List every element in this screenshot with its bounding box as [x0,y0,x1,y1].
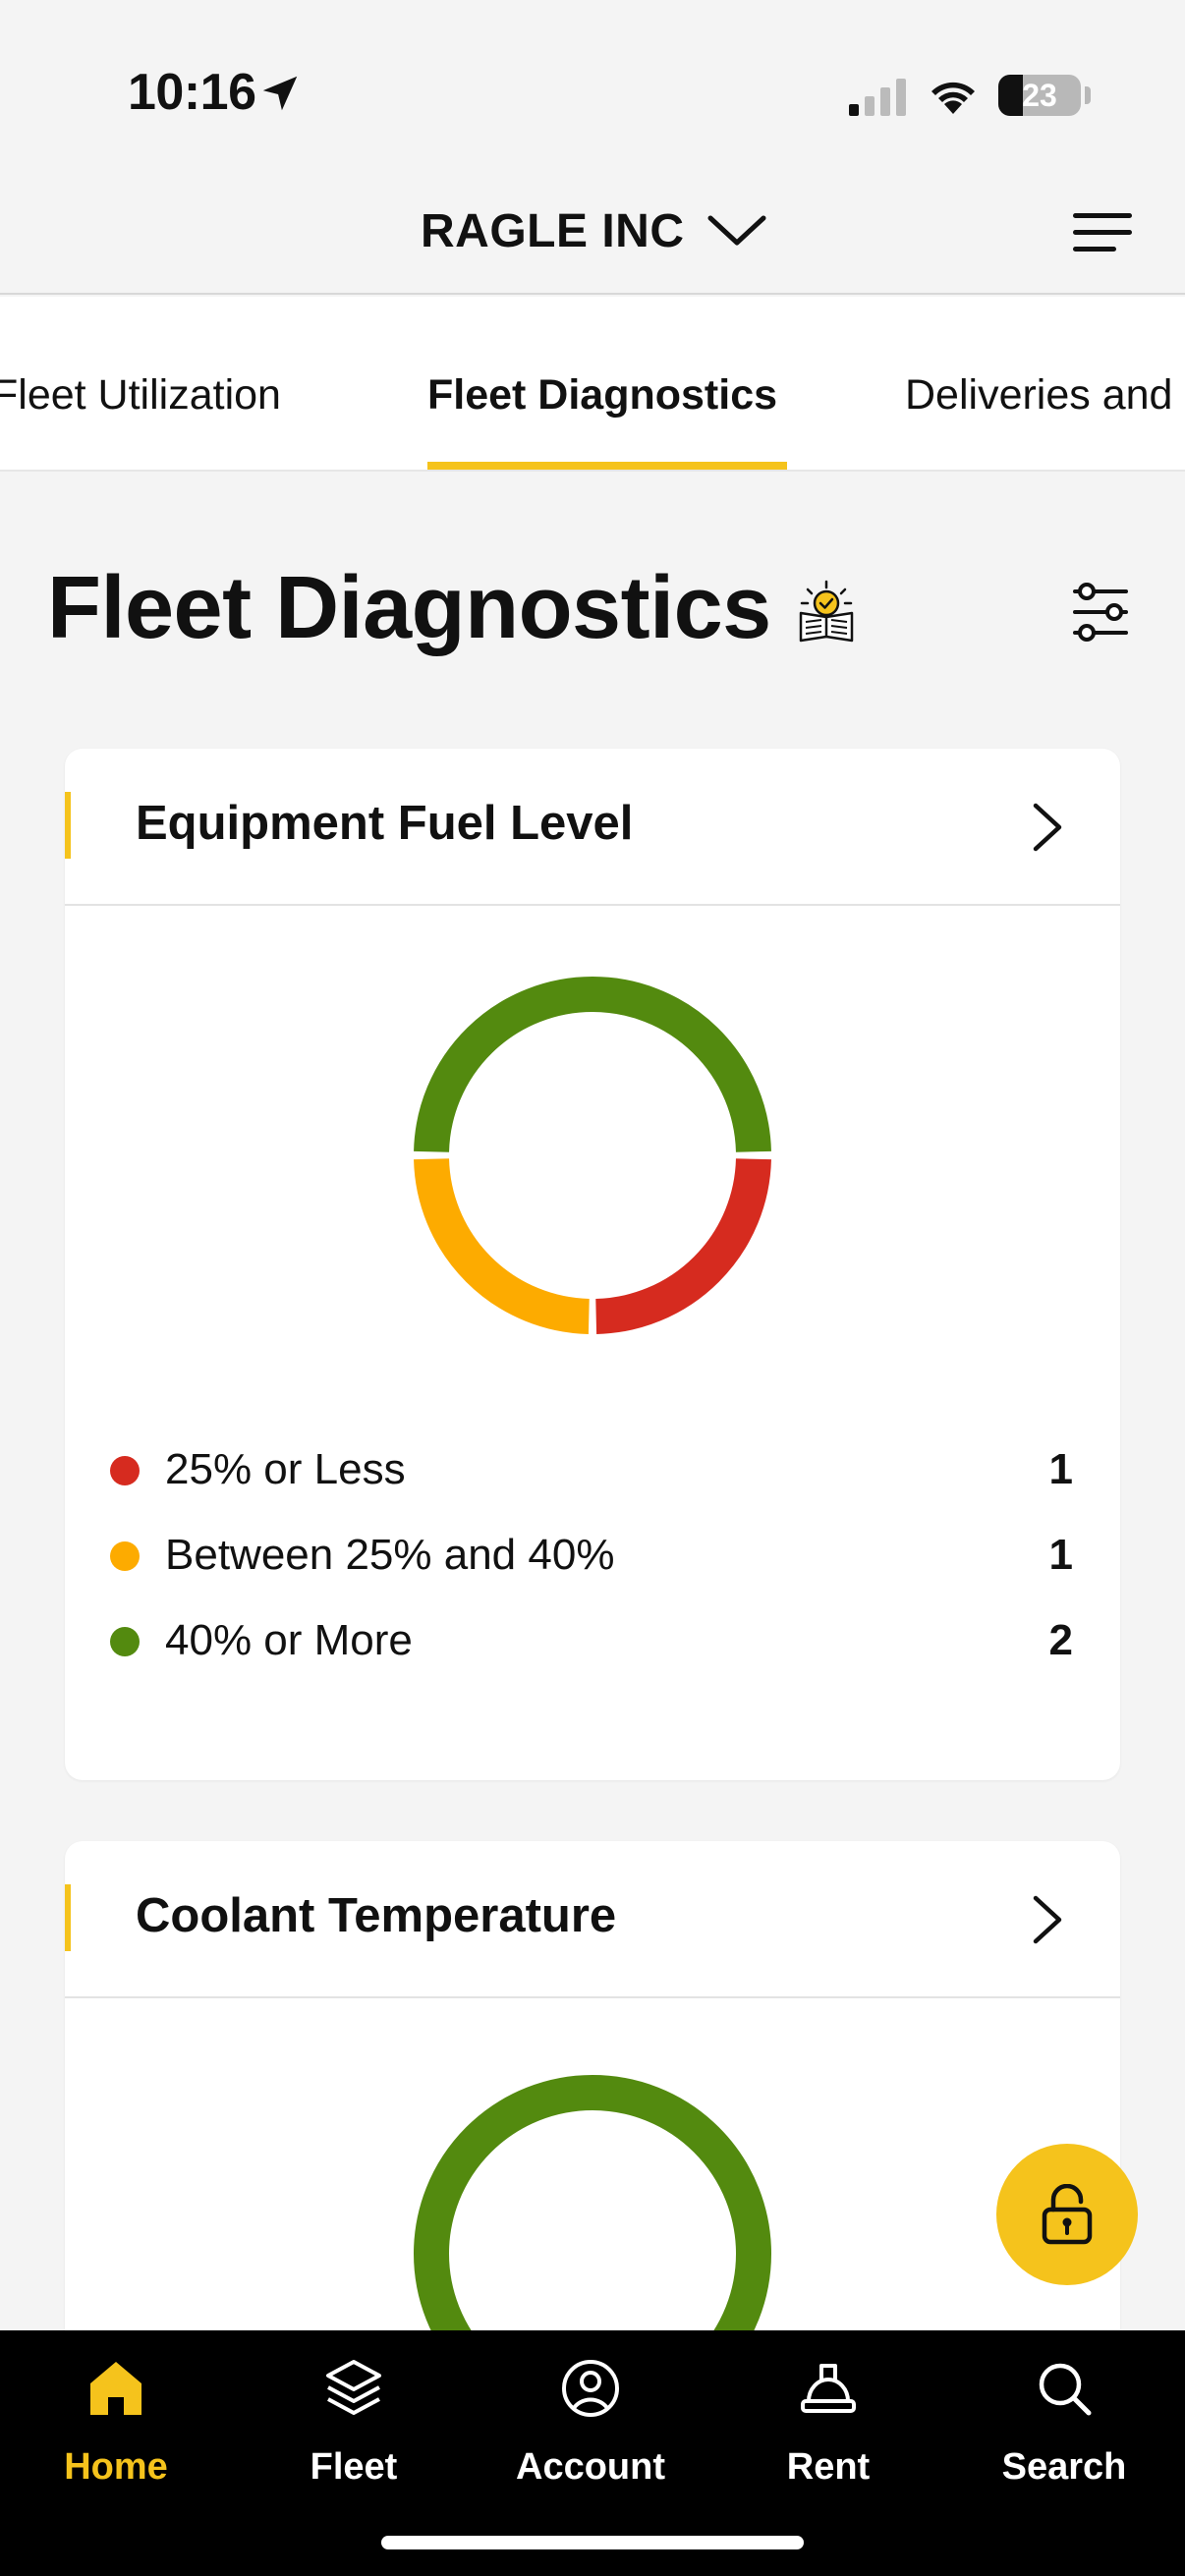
nav-label: Rent [786,2446,871,2488]
search-icon [1039,2363,1092,2416]
chevron-right-icon [1033,803,1062,852]
fuel-level-donut-chart [414,977,771,1334]
cellular-signal-icon [849,79,906,116]
battery-level: 23 [1022,78,1057,113]
chevron-down-icon [707,215,765,246]
nav-rent[interactable]: Rent [730,2358,927,2505]
unlock-icon [1042,2184,1093,2245]
legend-count: 1 [1048,1531,1073,1579]
account-name: RAGLE INC [421,204,685,257]
home-icon [90,2362,141,2415]
fuel-level-card-header[interactable]: Equipment Fuel Level [65,749,1120,906]
guide-book-icon[interactable] [796,580,857,644]
card-title: Coolant Temperature [136,1889,617,1942]
dashboard-tabs: Fleet Utilization Fleet Diagnostics Deli… [0,297,1185,472]
legend-item: 25% or Less 1 [110,1439,1073,1498]
legend-item: Between 25% and 40% 1 [110,1525,1073,1584]
home-indicator [381,2536,804,2549]
donut-segment [414,1157,591,1334]
legend-dot-red [110,1456,140,1485]
account-icon [562,2360,619,2417]
status-time: 10:16 [128,64,256,121]
wifi-icon [931,82,975,114]
legend-item: 40% or More 2 [110,1610,1073,1669]
donut-segment [594,1157,771,1334]
legend-dot-orange [110,1541,140,1571]
coolant-temperature-card-header[interactable]: Coolant Temperature [65,1841,1120,1998]
nav-account[interactable]: Account [492,2358,689,2505]
legend-count: 1 [1048,1445,1073,1493]
legend-count: 2 [1048,1616,1073,1664]
battery-icon: 23 [998,75,1081,116]
fuel-level-card: Equipment Fuel Level 25% or Less 1 Betwe… [65,749,1120,1780]
hamburger-menu-icon[interactable] [1071,209,1134,256]
layers-icon [326,2360,381,2415]
nav-search[interactable]: Search [966,2358,1162,2505]
tab-fleet-diagnostics[interactable]: Fleet Diagnostics [427,371,777,420]
chevron-right-icon [1033,1895,1062,1944]
app-header: RAGLE INC [0,177,1185,295]
legend-label: 40% or More [165,1616,413,1664]
donut-segment [414,977,771,1152]
tab-fleet-utilization[interactable]: Fleet Utilization [0,371,281,420]
legend-label: Between 25% and 40% [165,1531,615,1579]
account-selector[interactable]: RAGLE INC [421,196,767,265]
filter-settings-icon[interactable] [1071,582,1130,643]
nav-label: Fleet [310,2446,398,2488]
nav-fleet[interactable]: Fleet [255,2358,452,2505]
page-title: Fleet Diagnostics [47,559,771,657]
tab-deliveries-and-returns[interactable]: Deliveries and Returns [905,371,1185,420]
lock-button[interactable] [996,2144,1138,2285]
nav-label: Home [64,2446,168,2488]
location-arrow-icon [262,76,298,111]
card-accent-bar [65,792,71,859]
active-tab-indicator [427,462,787,470]
status-bar: 10:16 23 [0,0,1185,177]
card-accent-bar [65,1884,71,1951]
nav-home[interactable]: Home [18,2358,214,2505]
hardhat-icon [801,2364,856,2413]
nav-label: Account [516,2446,665,2488]
nav-label: Search [1001,2446,1127,2488]
legend-label: 25% or Less [165,1445,406,1493]
legend-dot-green [110,1627,140,1656]
card-title: Equipment Fuel Level [136,797,634,850]
